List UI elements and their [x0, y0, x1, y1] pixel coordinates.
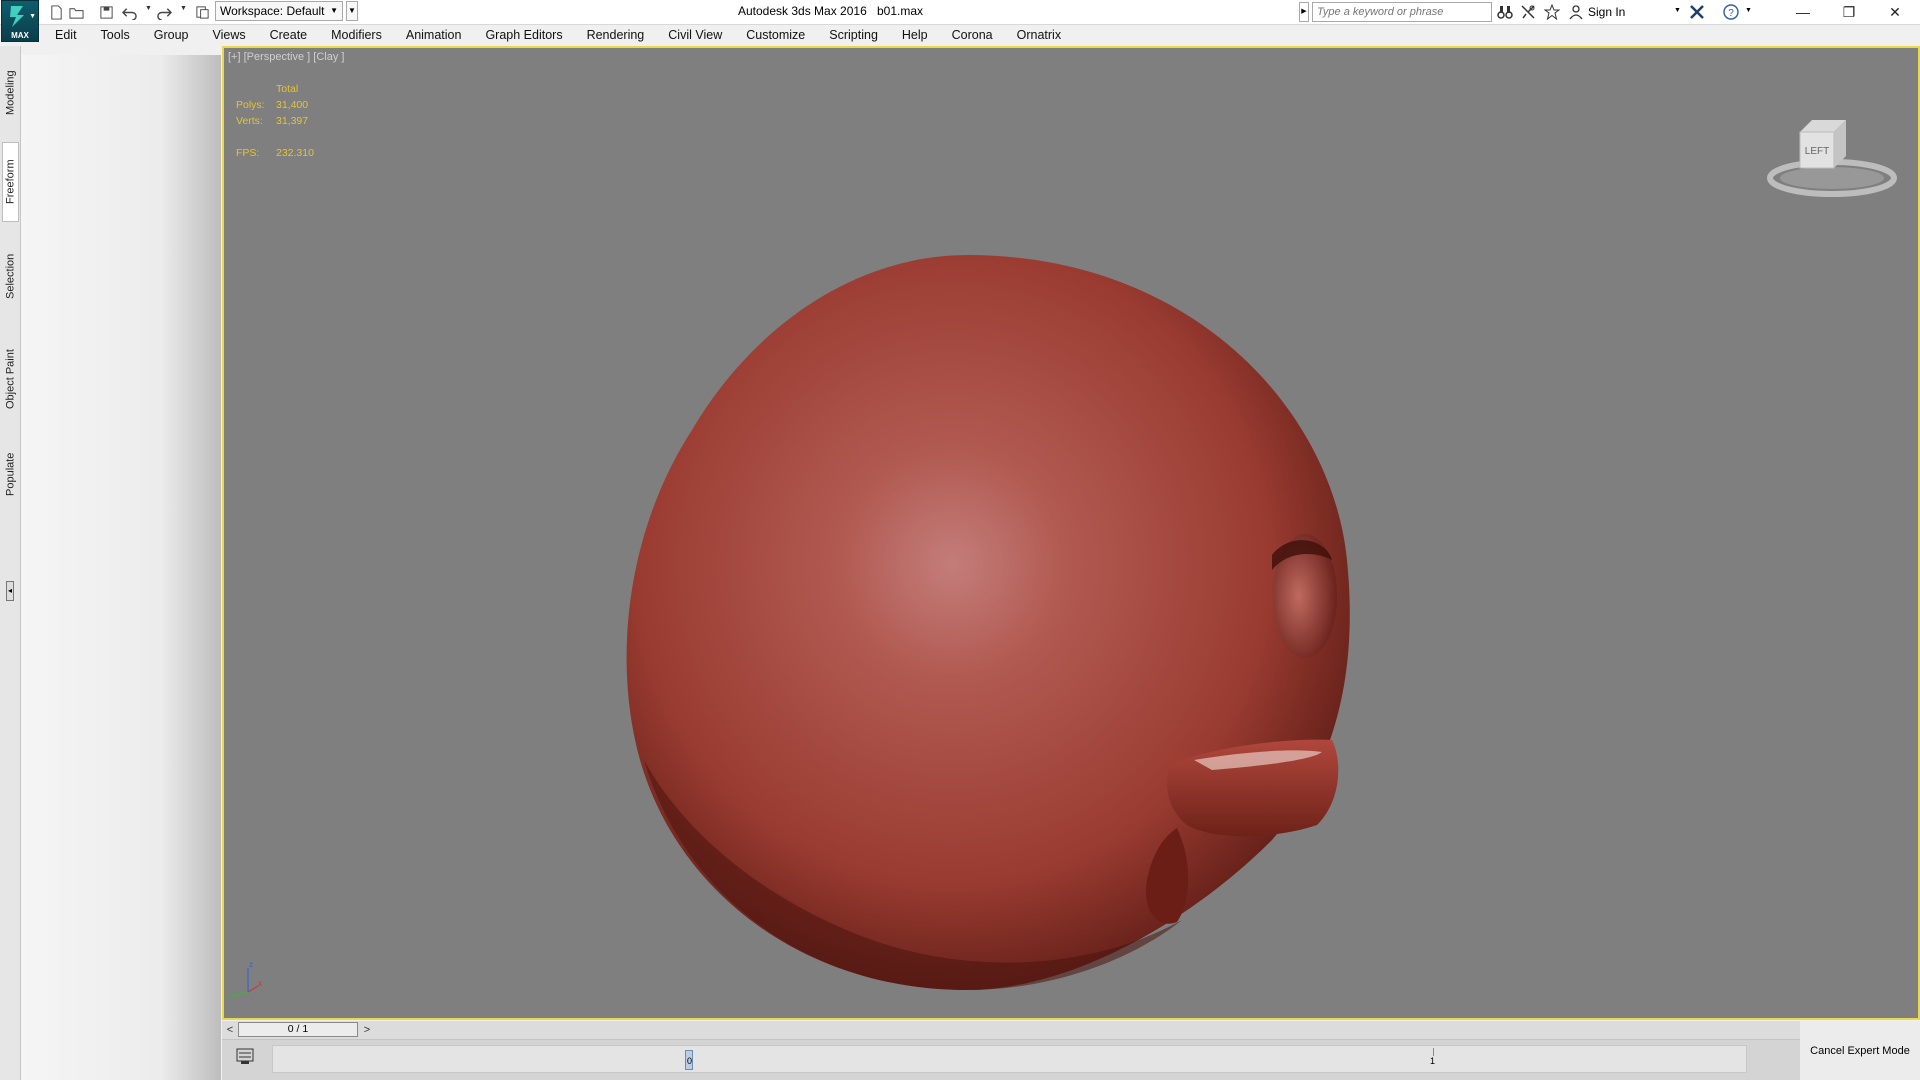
- menu-create[interactable]: Create: [258, 25, 320, 45]
- search-expand-button[interactable]: ▶: [1299, 2, 1309, 22]
- app-title: Autodesk 3ds Max 2016: [738, 4, 867, 18]
- logo-text: MAX: [11, 31, 29, 40]
- chevron-down-icon: ▼: [29, 13, 36, 20]
- viewport-statistics: Total Polys: 31,400 Verts: 31,397 FPS: 232.…: [236, 81, 314, 161]
- menu-views[interactable]: Views: [200, 25, 257, 45]
- track-bar: 0 1: [222, 1040, 1800, 1080]
- ribbon-tab-strip: Modeling Freeform Selection Object Paint…: [0, 46, 21, 1080]
- workspace-selector[interactable]: Workspace: Default ▼: [215, 1, 343, 21]
- ribbon-panel: [21, 55, 221, 1080]
- frame-tick: [1433, 1048, 1434, 1056]
- save-file-icon[interactable]: [97, 3, 115, 21]
- verts-value: 31,397: [276, 115, 309, 127]
- clay-head-model[interactable]: [572, 200, 1372, 1000]
- menu-civil-view[interactable]: Civil View: [656, 25, 734, 45]
- tab-populate[interactable]: Populate: [2, 438, 19, 510]
- menu-modifiers[interactable]: Modifiers: [319, 25, 394, 45]
- user-icon[interactable]: [1567, 3, 1585, 21]
- time-slider-next-button[interactable]: >: [360, 1022, 374, 1038]
- new-file-icon[interactable]: [47, 3, 65, 21]
- undo-icon[interactable]: [120, 3, 138, 21]
- perspective-viewport[interactable]: [+] [Perspective ] [Clay ] Total Polys: 3…: [222, 46, 1920, 1020]
- viewcube-face-label: LEFT: [1805, 146, 1829, 157]
- workspace-label: Workspace: Default: [220, 4, 325, 18]
- menu-tools[interactable]: Tools: [89, 25, 142, 45]
- svg-text:?: ?: [1728, 8, 1734, 19]
- help-icon[interactable]: ?: [1722, 3, 1740, 21]
- current-frame-label: 0: [687, 1056, 693, 1066]
- sign-in-link[interactable]: Sign In: [1588, 5, 1625, 19]
- app-menu-button[interactable]: ▼ MAX: [1, 0, 39, 42]
- stats-header: Total: [276, 83, 299, 95]
- time-slider-prev-button[interactable]: <: [223, 1022, 237, 1038]
- verts-label: Verts:: [236, 115, 263, 127]
- time-slider-thumb[interactable]: 0 / 1: [238, 1022, 358, 1037]
- menu-rendering[interactable]: Rendering: [575, 25, 657, 45]
- ribbon-toggle-icon[interactable]: ◂: [6, 581, 14, 601]
- menu-graph-editors[interactable]: Graph Editors: [473, 25, 574, 45]
- time-slider[interactable]: < 0 / 1 >: [222, 1021, 1800, 1040]
- tab-object-paint[interactable]: Object Paint: [2, 328, 19, 430]
- menu-edit[interactable]: Edit: [42, 25, 89, 45]
- close-button[interactable]: ✕: [1872, 0, 1918, 24]
- polys-label: Polys:: [236, 99, 265, 111]
- undo-dropdown-icon[interactable]: ▼: [145, 5, 152, 12]
- favorites-star-icon[interactable]: [1543, 3, 1561, 21]
- sign-in-dropdown-icon[interactable]: ▼: [1674, 7, 1681, 14]
- viewport-label-menu[interactable]: [+] [Perspective ] [Clay ]: [228, 51, 344, 63]
- minimize-button[interactable]: —: [1780, 0, 1826, 24]
- menu-bar: Edit Tools Group Views Create Modifiers …: [42, 25, 1073, 45]
- svg-text:y: y: [228, 991, 232, 1000]
- menu-group[interactable]: Group: [142, 25, 201, 45]
- file-name: b01.max: [877, 4, 924, 18]
- redo-dropdown-icon[interactable]: ▼: [180, 5, 187, 12]
- search-input[interactable]: [1312, 2, 1492, 22]
- menu-ornatrix[interactable]: Ornatrix: [1005, 25, 1073, 45]
- cancel-expert-mode-button[interactable]: Cancel Expert Mode: [1800, 1021, 1920, 1080]
- menu-corona[interactable]: Corona: [940, 25, 1005, 45]
- chevron-down-icon: ▼: [330, 6, 338, 15]
- subscription-center-icon[interactable]: [1519, 3, 1537, 21]
- fps-value: 232.310: [276, 147, 314, 159]
- help-dropdown-icon[interactable]: ▼: [1745, 7, 1752, 14]
- menu-scripting[interactable]: Scripting: [817, 25, 890, 45]
- redo-icon[interactable]: [155, 3, 173, 21]
- workspace-menu-button[interactable]: ▼: [346, 1, 358, 21]
- title-bar: ▼ MAX ▼ ▼ Workspace: Default ▼ ▼ Autodes…: [0, 0, 1920, 42]
- tab-modeling[interactable]: Modeling: [2, 56, 19, 130]
- frame-tick-label: 1: [1430, 1056, 1436, 1066]
- open-file-icon[interactable]: [67, 3, 85, 21]
- project-folder-icon[interactable]: [193, 3, 211, 21]
- menu-animation[interactable]: Animation: [394, 25, 474, 45]
- menu-help[interactable]: Help: [890, 25, 940, 45]
- tab-selection[interactable]: Selection: [2, 236, 19, 316]
- track-bar-frames[interactable]: 0 1: [272, 1045, 1747, 1073]
- exchange-apps-icon[interactable]: [1688, 3, 1706, 21]
- binoculars-icon[interactable]: [1496, 3, 1514, 21]
- 3dsmax-logo-icon: [10, 6, 24, 27]
- menu-customize[interactable]: Customize: [734, 25, 817, 45]
- svg-text:z: z: [249, 960, 253, 969]
- polys-value: 31,400: [276, 99, 309, 111]
- svg-text:x: x: [258, 979, 262, 988]
- restore-button[interactable]: ❐: [1826, 0, 1872, 24]
- axis-tripod-icon: z x y: [228, 960, 262, 1000]
- fps-label: FPS:: [236, 147, 260, 159]
- viewcube[interactable]: LEFT: [1762, 110, 1902, 210]
- mini-curve-editor-icon[interactable]: [235, 1046, 257, 1066]
- tab-freeform[interactable]: Freeform: [2, 142, 19, 222]
